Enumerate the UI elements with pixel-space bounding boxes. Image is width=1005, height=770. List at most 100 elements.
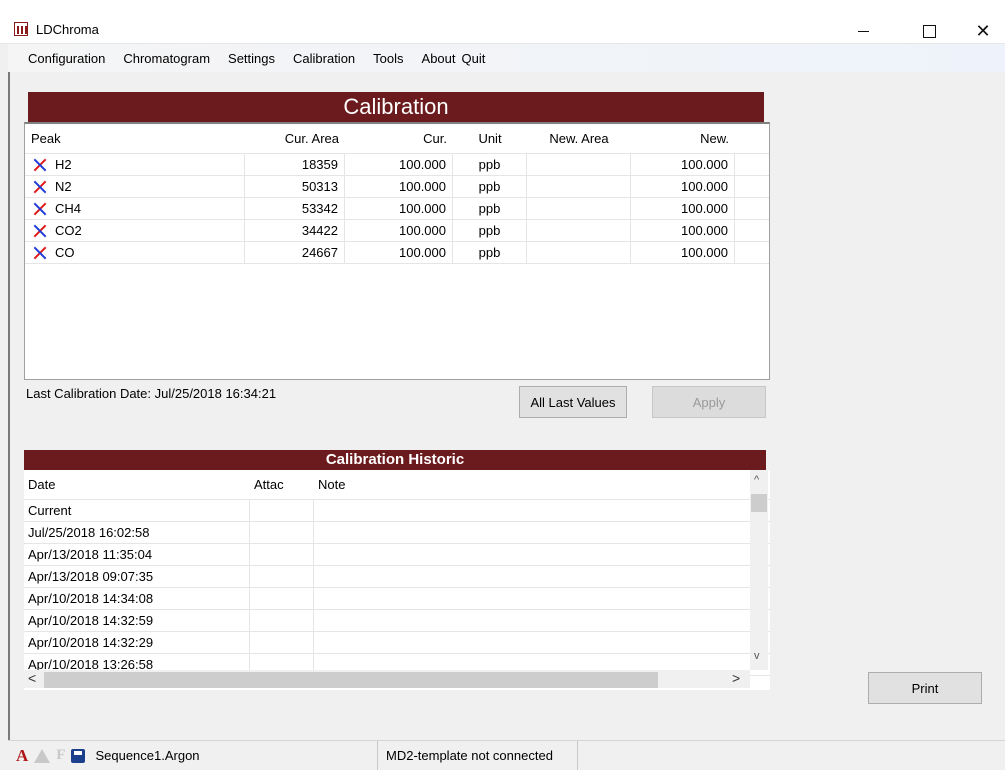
peak-name: CO2 <box>55 223 82 238</box>
col-new[interactable]: New. <box>631 124 735 153</box>
peak-table: Peak Cur. Area Cur. Unit New. Area New. … <box>24 122 770 380</box>
historic-vertical-scrollbar[interactable]: ^ v <box>750 470 768 670</box>
cur-cell: 100.000 <box>345 220 453 241</box>
print-button[interactable]: Print <box>868 672 982 704</box>
peak-name: CO <box>55 245 75 260</box>
cur-area-cell: 53342 <box>245 198 345 219</box>
unit-cell: ppb <box>453 198 527 219</box>
table-row[interactable]: Apr/10/2018 14:34:08 <box>24 588 770 610</box>
table-row[interactable]: Apr/13/2018 11:35:04 <box>24 544 770 566</box>
attac-cell <box>250 566 314 587</box>
minimize-button[interactable] <box>840 18 886 44</box>
new-area-cell[interactable] <box>527 198 631 219</box>
col-unit[interactable]: Unit <box>453 124 527 153</box>
calibration-title: Calibration <box>28 92 764 122</box>
new-cell[interactable]: 100.000 <box>631 176 735 197</box>
col-peak[interactable]: Peak <box>25 124 245 153</box>
scroll-thumb[interactable] <box>751 494 767 512</box>
attac-cell <box>250 544 314 565</box>
menu-bar: Configuration Chromatogram Settings Cali… <box>8 44 1005 72</box>
scroll-down-icon[interactable]: v <box>754 650 760 662</box>
col-cur-area[interactable]: Cur. Area <box>245 124 345 153</box>
title-bar: LDChroma ✕ <box>0 0 1005 44</box>
table-row[interactable]: Apr/10/2018 14:32:59 <box>24 610 770 632</box>
warning-icon[interactable] <box>34 748 51 763</box>
menu-configuration[interactable]: Configuration <box>28 51 105 66</box>
peak-table-header: Peak Cur. Area Cur. Unit New. Area New. <box>25 124 769 154</box>
maximize-button[interactable] <box>906 18 952 44</box>
close-button[interactable]: ✕ <box>960 18 1005 44</box>
date-cell: Apr/10/2018 14:34:08 <box>24 588 250 609</box>
peak-name: N2 <box>55 179 72 194</box>
unit-cell: ppb <box>453 154 527 175</box>
status-icons: A F Sequence1.Argon <box>8 741 378 770</box>
new-area-cell[interactable] <box>527 176 631 197</box>
new-area-cell[interactable] <box>527 154 631 175</box>
col-note[interactable]: Note <box>314 470 750 499</box>
new-cell[interactable]: 100.000 <box>631 154 735 175</box>
cur-area-cell: 24667 <box>245 242 345 263</box>
cur-cell: 100.000 <box>345 176 453 197</box>
unit-cell: ppb <box>453 242 527 263</box>
date-cell: Apr/13/2018 11:35:04 <box>24 544 250 565</box>
historic-table-header: Date Attac Note <box>24 470 770 500</box>
menu-tools[interactable]: Tools <box>373 51 403 66</box>
menu-about[interactable]: About <box>422 51 456 66</box>
menu-settings[interactable]: Settings <box>228 51 275 66</box>
alarm-icon[interactable]: A <box>16 746 28 766</box>
unit-cell: ppb <box>453 176 527 197</box>
fault-icon[interactable]: F <box>56 747 65 764</box>
menu-quit[interactable]: Quit <box>462 51 486 66</box>
table-row[interactable]: Jul/25/2018 16:02:58 <box>24 522 770 544</box>
table-row[interactable]: Apr/10/2018 14:32:29 <box>24 632 770 654</box>
menu-chromatogram[interactable]: Chromatogram <box>123 51 210 66</box>
new-area-cell[interactable] <box>527 242 631 263</box>
new-cell[interactable]: 100.000 <box>631 220 735 241</box>
new-cell[interactable]: 100.000 <box>631 242 735 263</box>
scroll-left-icon[interactable]: < <box>28 670 36 686</box>
scroll-up-icon[interactable]: ^ <box>754 474 759 486</box>
unit-cell: ppb <box>453 220 527 241</box>
note-cell <box>314 632 750 653</box>
scroll-thumb[interactable] <box>44 672 658 688</box>
date-cell: Jul/25/2018 16:02:58 <box>24 522 250 543</box>
col-date[interactable]: Date <box>24 470 250 499</box>
apply-button[interactable]: Apply <box>652 386 766 418</box>
attac-cell <box>250 588 314 609</box>
date-cell: Current <box>24 500 250 521</box>
col-cur[interactable]: Cur. <box>345 124 453 153</box>
note-cell <box>314 610 750 631</box>
peak-name: H2 <box>55 157 72 172</box>
new-area-cell[interactable] <box>527 220 631 241</box>
note-cell <box>314 566 750 587</box>
table-row[interactable]: N2 50313 100.000 ppb 100.000 <box>25 176 769 198</box>
peak-x-icon <box>33 246 47 260</box>
table-row[interactable]: CO 24667 100.000 ppb 100.000 <box>25 242 769 264</box>
scroll-right-icon[interactable]: > <box>732 670 740 686</box>
col-new-area[interactable]: New. Area <box>527 124 631 153</box>
historic-table: Date Attac Note Current Jul/25/2018 16:0… <box>24 470 770 690</box>
table-row[interactable]: H2 18359 100.000 ppb 100.000 <box>25 154 769 176</box>
cur-cell: 100.000 <box>345 242 453 263</box>
table-row[interactable]: Apr/13/2018 09:07:35 <box>24 566 770 588</box>
attac-cell <box>250 632 314 653</box>
cur-cell: 100.000 <box>345 154 453 175</box>
menu-calibration[interactable]: Calibration <box>293 51 355 66</box>
historic-horizontal-scrollbar[interactable]: < > <box>24 670 750 688</box>
peak-x-icon <box>33 202 47 216</box>
note-cell <box>314 544 750 565</box>
date-cell: Apr/10/2018 14:32:29 <box>24 632 250 653</box>
all-last-values-button[interactable]: All Last Values <box>519 386 627 418</box>
save-icon[interactable] <box>71 748 86 763</box>
last-calibration-date: Last Calibration Date: Jul/25/2018 16:34… <box>26 386 277 401</box>
date-cell: Apr/13/2018 09:07:35 <box>24 566 250 587</box>
table-row[interactable]: Current <box>24 500 770 522</box>
attac-cell <box>250 610 314 631</box>
new-cell[interactable]: 100.000 <box>631 198 735 219</box>
col-attac[interactable]: Attac <box>250 470 314 499</box>
table-row[interactable]: CO2 34422 100.000 ppb 100.000 <box>25 220 769 242</box>
table-row[interactable]: CH4 53342 100.000 ppb 100.000 <box>25 198 769 220</box>
peak-x-icon <box>33 180 47 194</box>
attac-cell <box>250 500 314 521</box>
window-title: LDChroma <box>36 22 99 37</box>
